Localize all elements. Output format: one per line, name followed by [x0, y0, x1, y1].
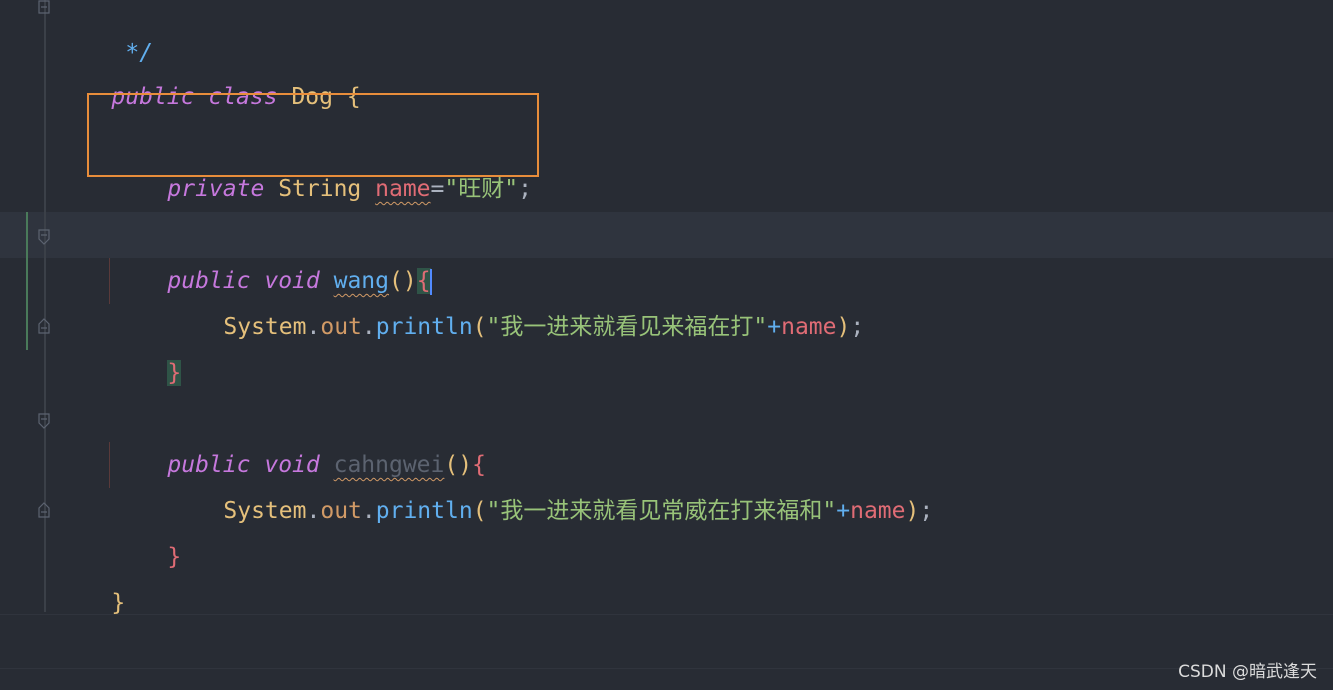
code-editor[interactable]: */ public class Dog { private String nam… [0, 0, 1333, 690]
fold-gutter-line [44, 0, 46, 612]
close-paren: ) [905, 498, 920, 524]
dot: . [306, 314, 321, 340]
open-paren: ( [472, 498, 487, 524]
indent-guide [109, 442, 110, 488]
close-brace-matched: } [167, 360, 182, 386]
close-paren: ) [836, 314, 851, 340]
semicolon: ; [518, 176, 532, 202]
field-ref-name: name [781, 314, 837, 340]
field-ref-name: name [850, 498, 906, 524]
assign-op: = [430, 176, 445, 202]
indent-guide [109, 258, 110, 304]
string-literal: "旺财" [444, 176, 519, 202]
plus-op: + [767, 314, 782, 340]
method-println: println [375, 498, 473, 524]
code-line-println-wang[interactable]: System.out.println("我一进来就看见来福在打"+name); [168, 258, 864, 340]
fold-start-icon[interactable] [38, 413, 50, 429]
semicolon: ; [850, 314, 865, 340]
close-brace: } [111, 590, 126, 616]
code-line-field-decl[interactable]: private String name="旺财"; [112, 120, 532, 202]
method-println: println [375, 314, 473, 340]
keyword-private: private [167, 176, 265, 202]
code-line-comment-end[interactable]: */ [70, 0, 153, 66]
class-system: System [223, 314, 307, 340]
field-name[interactable]: name [375, 176, 430, 202]
divider [0, 614, 1333, 615]
field-out: out [320, 314, 362, 340]
string-literal: "我一进来就看见来福在打" [486, 314, 768, 340]
close-brace: } [167, 544, 182, 570]
dot: . [361, 498, 376, 524]
type-string: String [278, 176, 362, 202]
open-paren: ( [472, 314, 487, 340]
class-system: System [223, 498, 307, 524]
code-line-close-wang[interactable]: } [112, 304, 182, 386]
divider [0, 668, 1333, 669]
field-out: out [320, 498, 362, 524]
watermark: CSDN @暗武逢天 [1178, 662, 1317, 682]
semicolon: ; [919, 498, 934, 524]
fold-start-icon[interactable] [38, 229, 50, 245]
code-line-close-cahngwei[interactable]: } [112, 488, 181, 570]
fold-end-icon[interactable] [38, 318, 50, 334]
dot: . [361, 314, 376, 340]
code-line-method-wang[interactable]: public void wang(){ [112, 212, 432, 295]
plus-op: + [836, 498, 851, 524]
code-line-println-cahngwei[interactable]: System.out.println("我一进来就看见常威在打来福和"+name… [168, 442, 933, 524]
code-line-class-decl[interactable]: public class Dog { [56, 28, 360, 110]
code-line-class-close[interactable]: } [56, 534, 125, 616]
vcs-change-marker[interactable] [26, 212, 28, 350]
fold-end-icon[interactable] [38, 0, 50, 14]
string-literal: "我一进来就看见常威在打来福和" [486, 498, 837, 524]
dot: . [306, 498, 321, 524]
fold-end-icon[interactable] [38, 502, 50, 518]
code-line-method-cahngwei[interactable]: public void cahngwei(){ [112, 396, 486, 478]
